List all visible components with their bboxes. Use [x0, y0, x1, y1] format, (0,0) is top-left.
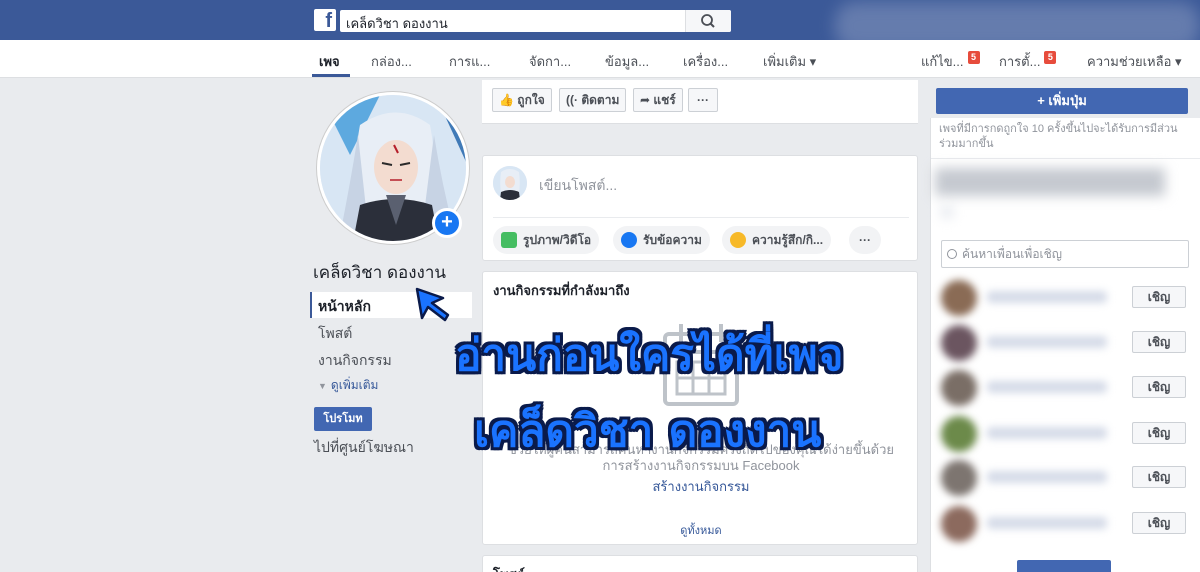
invite-button[interactable]: เชิญ — [1132, 422, 1186, 444]
see-more-friends-button[interactable] — [1017, 560, 1111, 572]
right-sidebar: เพจที่มีการกดถูกใจ 10 ครั้งขึ้นไปจะได้รั… — [930, 118, 1200, 572]
follow-label: ติดตาม — [581, 93, 620, 107]
smiley-icon — [730, 232, 746, 248]
list-item: เชิญ — [931, 502, 1200, 546]
blurred-friend-name — [987, 381, 1107, 393]
events-title: งานกิจกรรมที่กำลังมาถึง — [493, 283, 630, 298]
active-tab-indicator — [312, 74, 350, 77]
posts-card: โพสต์ — [482, 555, 918, 572]
avatar — [941, 460, 977, 496]
promote-button[interactable]: โปรโมท — [314, 407, 372, 431]
invite-search-placeholder: ค้นหาเพื่อนเพื่อเชิญ — [962, 247, 1062, 261]
search-button[interactable] — [685, 10, 731, 32]
like-button[interactable]: 👍 ถูกใจ — [492, 88, 552, 112]
facebook-logo-icon[interactable]: f — [314, 9, 336, 32]
edit-page-info[interactable]: แก้ไข... 5 — [921, 51, 980, 72]
write-post-input[interactable]: เขียนโพสต์... — [539, 175, 617, 197]
page-action-bar: 👍 ถูกใจ ((· ติดตาม ➦ แชร์ ··· — [482, 80, 918, 124]
blurred-friend-name — [987, 517, 1107, 529]
avatar — [941, 370, 977, 406]
composer-avatar — [493, 166, 527, 200]
list-item: เชิญ — [931, 321, 1200, 365]
page-nav: เพจ กล่อง... การแ... จัดกา... ข้อมูล... … — [0, 40, 1200, 78]
share-label: แชร์ — [653, 93, 676, 107]
list-item: เชิญ — [931, 276, 1200, 320]
composer-more-button[interactable]: ··· — [849, 226, 881, 254]
help-menu[interactable]: ความช่วยเหลือ ▾ — [1087, 51, 1182, 72]
feeling-label: ความรู้สึก/กิ... — [752, 233, 824, 247]
page-title: เคล็ดวิชา ดองงาน — [313, 263, 447, 282]
message-label: รับข้อความ — [643, 233, 702, 247]
see-all-events-link[interactable]: ดูทั้งหมด — [483, 521, 919, 539]
photo-label: รูปภาพ/วิดีโอ — [523, 233, 592, 247]
list-item: เชิญ — [931, 456, 1200, 500]
tab-tools[interactable]: เครื่อง... — [683, 51, 728, 72]
invite-button[interactable]: เชิญ — [1132, 376, 1186, 398]
post-composer: เขียนโพสต์... รูปภาพ/วิดีโอ รับข้อความ ค… — [482, 155, 918, 261]
invite-friends-search[interactable]: ค้นหาเพื่อนเพื่อเชิญ — [941, 240, 1189, 268]
blurred-friend-name — [987, 291, 1107, 303]
see-more-link[interactable]: ▼ ดูเพิ่มเติม — [318, 376, 378, 395]
invite-button[interactable]: เชิญ — [1132, 286, 1186, 308]
sidebar-item-events[interactable]: งานกิจกรรม — [310, 346, 472, 372]
tab-insights[interactable]: ข้อมูล... — [605, 51, 649, 72]
share-button[interactable]: ➦ แชร์ — [633, 88, 683, 112]
ad-center-link[interactable]: ไปที่ศูนย์โฆษณา — [314, 437, 414, 459]
tab-manage[interactable]: จัดกา... — [529, 51, 571, 72]
invite-button[interactable]: เชิญ — [1132, 512, 1186, 534]
blurred-friend-name — [987, 471, 1107, 483]
notification-badge: 5 — [967, 51, 980, 64]
search-input[interactable]: เคล็ดวิชา ดองงาน — [340, 10, 731, 32]
avatar — [941, 506, 977, 542]
tab-page[interactable]: เพจ — [319, 51, 340, 72]
top-bar: f เคล็ดวิชา ดองงาน — [0, 0, 1200, 50]
search-value: เคล็ดวิชา ดองงาน — [346, 16, 448, 31]
promo-overlay-line1: อ่านก่อนใครได้ที่เพจ — [455, 330, 844, 381]
avatar — [941, 280, 977, 316]
search-icon — [947, 249, 957, 259]
avatar — [941, 416, 977, 452]
invite-button[interactable]: เชิญ — [1132, 466, 1186, 488]
thumbs-up-icon: 👍 — [499, 93, 514, 107]
avatar-image — [493, 166, 527, 200]
blurred-friend-name — [987, 336, 1107, 348]
see-more-label: ดูเพิ่มเติม — [330, 378, 379, 392]
cursor-arrow-icon — [415, 287, 450, 322]
like-label: ถูกใจ — [517, 93, 545, 107]
blurred-radio — [941, 206, 953, 218]
create-event-link[interactable]: สร้างงานกิจกรรม — [483, 476, 919, 497]
caret-down-icon: ▼ — [318, 381, 327, 391]
tab-more[interactable]: เพิ่มเติม ▾ — [763, 51, 816, 72]
messenger-icon — [621, 232, 637, 248]
follow-button[interactable]: ((· ติดตาม — [559, 88, 627, 112]
avatar — [941, 325, 977, 361]
get-messages-button[interactable]: รับข้อความ — [613, 226, 710, 254]
settings-label: การตั้... — [999, 54, 1041, 69]
settings-link[interactable]: การตั้... 5 — [999, 51, 1057, 72]
likes-hint: เพจที่มีการกดถูกใจ 10 ครั้งขึ้นไปจะได้รั… — [939, 123, 1178, 150]
promo-overlay-line2: เคล็ดวิชา ดองงาน — [474, 406, 822, 457]
add-button[interactable]: + เพิ่มปุ่ม — [936, 88, 1188, 114]
notification-badge: 5 — [1044, 51, 1057, 64]
more-options-button[interactable]: ··· — [688, 88, 718, 112]
add-photo-button[interactable]: + — [432, 208, 462, 238]
blurred-friend-name — [987, 427, 1107, 439]
search-icon — [701, 14, 715, 28]
divider — [931, 158, 1200, 159]
feeling-activity-button[interactable]: ความรู้สึก/กิ... — [722, 226, 832, 254]
share-arrow-icon: ➦ — [640, 93, 651, 107]
divider — [493, 217, 909, 218]
blurred-content — [935, 168, 1165, 196]
invite-button[interactable]: เชิญ — [1132, 331, 1186, 353]
edit-page-label: แก้ไข... — [921, 54, 964, 69]
tab-notifications[interactable]: การแ... — [449, 51, 490, 72]
list-item: เชิญ — [931, 412, 1200, 456]
rss-icon: ((· — [566, 93, 578, 107]
photo-video-button[interactable]: รูปภาพ/วิดีโอ — [493, 226, 600, 254]
photo-icon — [501, 232, 517, 248]
list-item: เชิญ — [931, 366, 1200, 410]
posts-title: โพสต์ — [493, 564, 525, 572]
tab-inbox[interactable]: กล่อง... — [371, 51, 412, 72]
